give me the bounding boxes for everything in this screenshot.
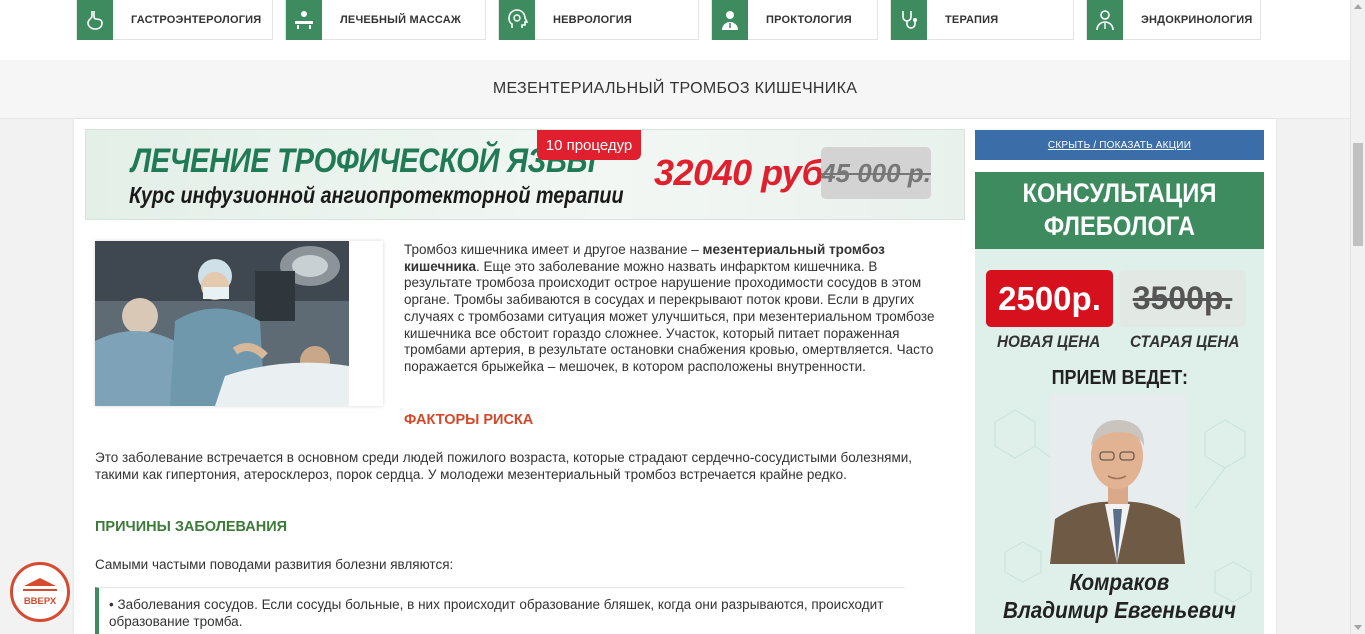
- category-label: ТЕРАПИЯ: [945, 13, 999, 26]
- risk-factors-heading: ФАКТОРЫ РИСКА: [404, 412, 534, 428]
- toggle-promotions-link[interactable]: СКРЫТЬ / ПОКАЗАТЬ АКЦИИ: [1048, 140, 1191, 151]
- banner-old-price: 45 000 р.: [821, 147, 931, 199]
- intro-text-1: Тромбоз кишечника имеет и другое названи…: [404, 242, 703, 257]
- banner-subtitle: Курс инфузионной ангиопротекторной терап…: [129, 182, 624, 208]
- banner-tag: 10 процедур: [537, 130, 641, 160]
- banner-old-price-value: 45 000 р.: [821, 157, 931, 188]
- stomach-icon: [77, 0, 113, 40]
- scroll-to-top-label: ВВЕРХ: [23, 595, 57, 607]
- category-label: ЭНДОКРИНОЛОГИЯ: [1141, 13, 1253, 26]
- old-price-badge: 3500р.: [1119, 270, 1246, 327]
- reception-label: ПРИЕМ ВЕДЕТ:: [975, 367, 1264, 390]
- scroll-to-top-button[interactable]: ВВЕРХ: [10, 562, 70, 622]
- doctor-full-name: Владимир Евгеньевич: [1002, 597, 1237, 623]
- category-label: ЛЕЧЕБНЫЙ МАССАЖ: [340, 13, 462, 26]
- category-massage[interactable]: ЛЕЧЕБНЫЙ МАССАЖ: [285, 0, 486, 40]
- promo-title-line2: ФЛЕБОЛОГА: [1043, 211, 1196, 241]
- doctor-surname: Комраков: [1069, 569, 1170, 595]
- category-neurology[interactable]: НЕВРОЛОГИЯ: [498, 0, 699, 40]
- reception-text: ПРИЕМ ВЕДЕТ:: [1051, 367, 1188, 389]
- category-gastroenterology[interactable]: ГАСТРОЭНТЕРОЛОГИЯ: [76, 0, 273, 40]
- risk-factors-text: Это заболевание встречается в основном с…: [95, 450, 913, 482]
- intro-text-2: . Еще это заболевание можно назвать инфа…: [404, 258, 935, 374]
- arrow-up-icon: [24, 577, 56, 586]
- arrow-up-bar: [23, 588, 57, 591]
- promo-title-line1: КОНСУЛЬТАЦИЯ: [1022, 178, 1217, 208]
- endocrinologist-icon: [1087, 0, 1123, 40]
- category-label: НЕВРОЛОГИЯ: [553, 13, 633, 26]
- stethoscope-icon: [891, 0, 927, 40]
- article-intro: Тромбоз кишечника имеет и другое названи…: [404, 242, 936, 376]
- category-label: ГАСТРОЭНТЕРОЛОГИЯ: [131, 13, 262, 26]
- scroll-up-arrow-icon[interactable]: [1354, 4, 1362, 9]
- category-label: ПРОКТОЛОГИЯ: [766, 13, 852, 26]
- consultation-promo[interactable]: КОНСУЛЬТАЦИЯ ФЛЕБОЛОГА 2500р. 3500р. НОВ…: [975, 172, 1264, 634]
- massage-icon: [286, 0, 322, 40]
- article-photo: [95, 241, 383, 406]
- doctor-icon: [712, 0, 748, 40]
- new-price-label: НОВАЯ ЦЕНА: [997, 332, 1101, 351]
- promo-banner[interactable]: ЛЕЧЕНИЕ ТРОФИЧЕСКОЙ ЯЗВЫ Курс инфузионно…: [85, 129, 965, 220]
- page-scrollbar[interactable]: [1350, 0, 1365, 634]
- old-price-value: 3500р.: [1132, 280, 1233, 316]
- doctor-name-block: Комраков Владимир Евгеньевич: [975, 568, 1264, 624]
- doctor-portrait-illustration: [1050, 394, 1185, 564]
- doctor-photo: [1050, 394, 1185, 564]
- causes-list-item: • Заболевания сосудов. Если сосуды больн…: [95, 587, 905, 634]
- toggle-promotions-bar: СКРЫТЬ / ПОКАЗАТЬ АКЦИИ: [975, 130, 1264, 160]
- scrollbar-thumb[interactable]: [1353, 143, 1363, 246]
- category-nav: ГАСТРОЭНТЕРОЛОГИЯ ЛЕЧЕБНЫЙ МАССАЖ НЕВРОЛ…: [0, 0, 1350, 60]
- banner-title: ЛЕЧЕНИЕ ТРОФИЧЕСКОЙ ЯЗВЫ: [131, 142, 596, 180]
- title-band: МЕЗЕНТЕРИАЛЬНЫЙ ТРОМБОЗ КИШЕЧНИКА: [0, 60, 1350, 119]
- category-proctology[interactable]: ПРОКТОЛОГИЯ: [711, 0, 878, 40]
- new-price-badge: 2500р.: [986, 270, 1113, 327]
- brain-head-icon: [499, 0, 535, 40]
- scroll-down-arrow-icon[interactable]: [1354, 625, 1362, 630]
- category-endocrinology[interactable]: ЭНДОКРИНОЛОГИЯ: [1086, 0, 1261, 40]
- page-title: МЕЗЕНТЕРИАЛЬНЫЙ ТРОМБОЗ КИШЕЧНИКА: [492, 80, 858, 97]
- causes-heading: ПРИЧИНЫ ЗАБОЛЕВАНИЯ: [95, 519, 288, 535]
- surgery-photo-illustration: [95, 241, 349, 406]
- promo-header: КОНСУЛЬТАЦИЯ ФЛЕБОЛОГА: [975, 172, 1264, 249]
- causes-intro-text: Самыми частыми поводами развития болезни…: [95, 557, 454, 572]
- banner-price: 32040 руб.: [654, 152, 833, 193]
- category-therapy[interactable]: ТЕРАПИЯ: [890, 0, 1074, 40]
- old-price-label: СТАРАЯ ЦЕНА: [1130, 332, 1240, 351]
